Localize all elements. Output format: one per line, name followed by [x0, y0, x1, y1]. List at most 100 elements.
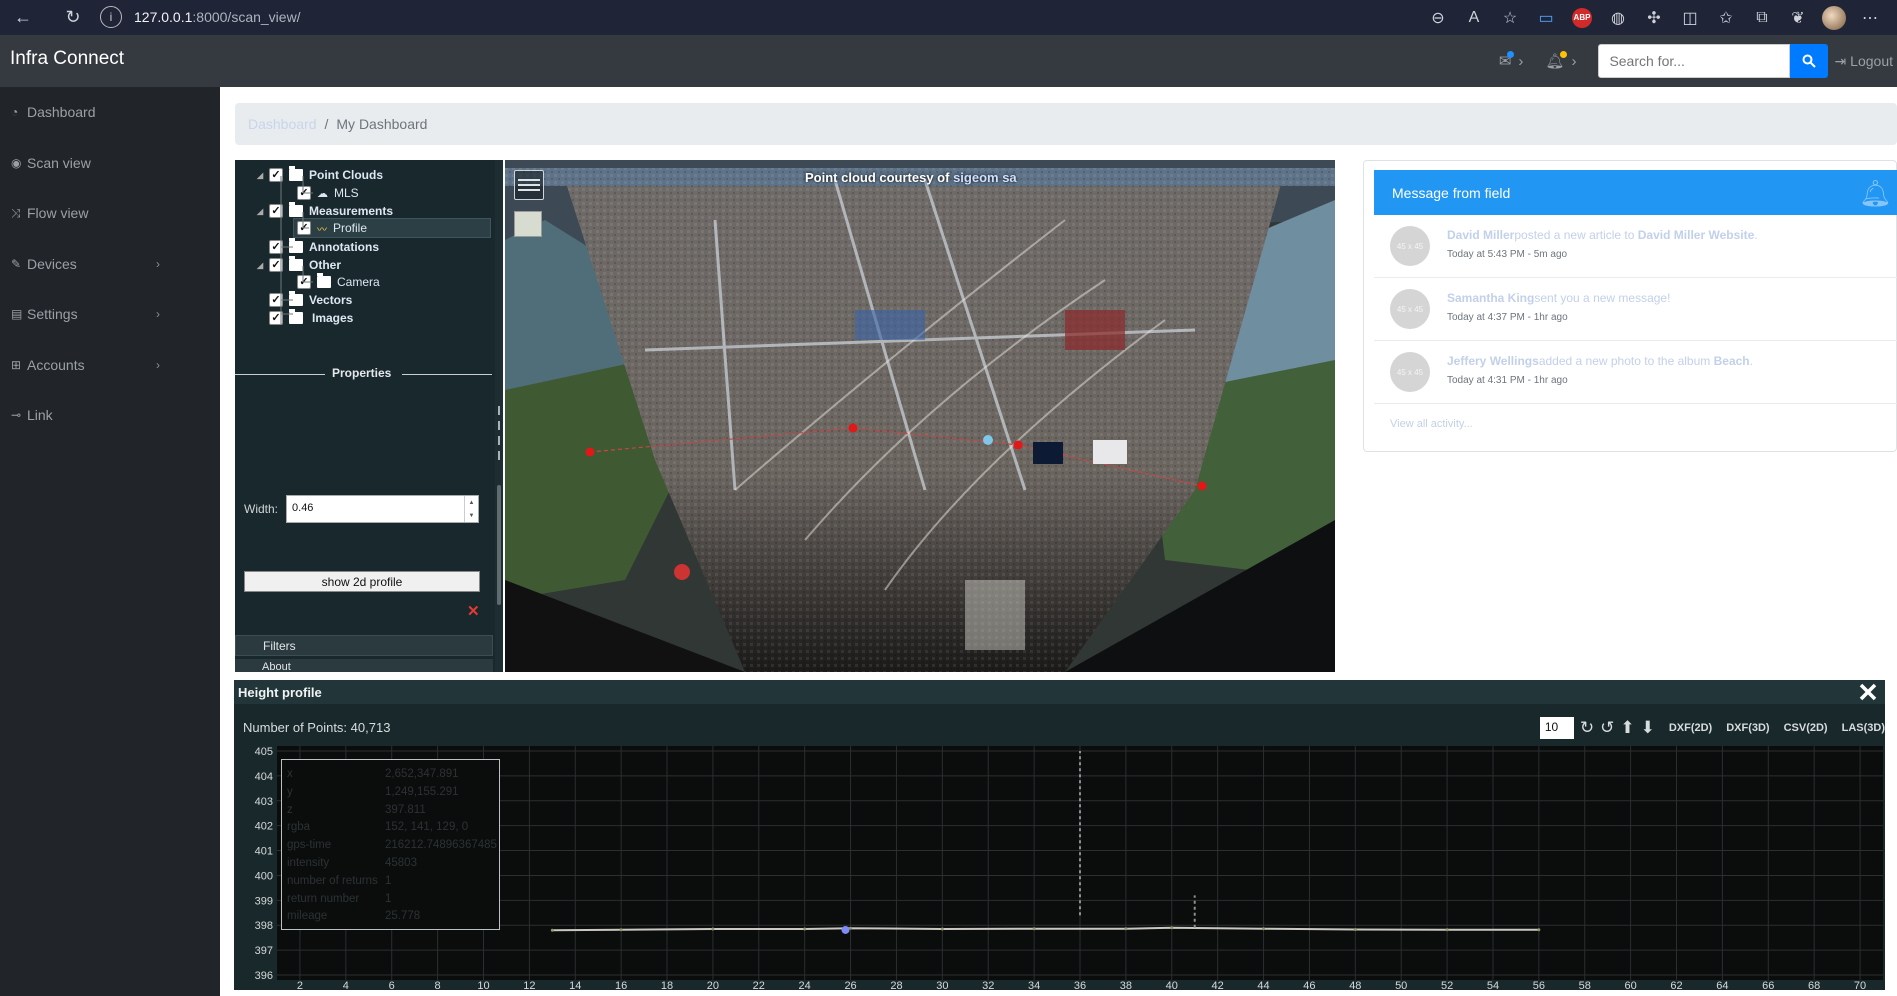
y-tick-label: 398: [255, 920, 273, 932]
info-key: number of returns: [287, 874, 378, 887]
rotate-ccw-icon[interactable]: ↺: [1600, 718, 1614, 738]
address-bar[interactable]: i 127.0.0.1:8000/scan_view/: [100, 3, 1310, 31]
info-row-rgba: rgba 152, 141, 129, 0: [287, 821, 468, 833]
collections-icon[interactable]: ⧉: [1747, 3, 1777, 33]
scroll-tick: [498, 421, 500, 430]
filters-accordion[interactable]: Filters: [235, 635, 493, 656]
url-path: :8000/scan_view/: [192, 9, 301, 25]
message-time: Today at 5:43 PM - 5m ago: [1447, 249, 1568, 260]
messages-dropdown[interactable]: ✉ ›: [1499, 50, 1524, 70]
zoom-out-icon[interactable]: ⊖: [1423, 3, 1453, 33]
globe-extension-icon[interactable]: ◍: [1603, 3, 1633, 33]
selected-point-marker: [841, 925, 850, 934]
breadcrumb: Dashboard / My Dashboard: [235, 103, 1897, 145]
sidebar-item-settings[interactable]: ▤ Settings ›: [0, 289, 220, 340]
point-cloud-render: [505, 160, 1335, 672]
adblock-icon: ABP: [1572, 7, 1592, 28]
y-tick-label: 401: [255, 846, 273, 858]
close-icon[interactable]: [1858, 682, 1878, 702]
message-target[interactable]: Beach: [1714, 354, 1750, 368]
performance-icon[interactable]: ❦: [1783, 3, 1813, 33]
point-count-label: Number of Points:: [243, 720, 348, 735]
info-row-z: z 397.811: [287, 804, 426, 816]
split-screen-icon[interactable]: ◫: [1675, 3, 1705, 33]
message-panel-header: Message from field 🔔︎: [1374, 170, 1897, 215]
panel-scrollbar[interactable]: [495, 160, 503, 672]
point-cloud-viewport[interactable]: Point cloud courtesy of sigeom sa: [505, 160, 1335, 672]
profile-point: [1124, 927, 1128, 931]
export-las-3d-button[interactable]: LAS(3D): [1842, 722, 1885, 734]
menu-toggle-icon[interactable]: [514, 170, 544, 200]
y-tick-label: 396: [255, 970, 273, 982]
chevron-right-icon: ›: [1518, 52, 1524, 70]
reload-icon[interactable]: ↻: [56, 4, 90, 32]
export-dxf-2d-button[interactable]: DXF(2D): [1669, 722, 1712, 734]
scene-panel: ◢ ✓ Point Clouds ✓ ☁ MLS ◢ ✓ Measurements ✓ 〰 Pr…: [235, 160, 503, 672]
map-toggle-icon[interactable]: [514, 211, 542, 237]
read-aloud-icon[interactable]: A: [1459, 3, 1489, 33]
scrollbar-thumb[interactable]: [497, 485, 501, 605]
brand-title[interactable]: Infra Connect: [10, 48, 124, 70]
sidebar-item-devices[interactable]: ✎ Devices ›: [0, 239, 220, 290]
info-row-mileage: mileage 25.778: [287, 910, 420, 922]
message-target[interactable]: David Miller Website: [1638, 228, 1754, 242]
profile-point: [803, 927, 807, 931]
spinner-arrows-icon[interactable]: ▲ ▼: [464, 496, 478, 522]
export-dxf-3d-button[interactable]: DXF(3D): [1726, 722, 1769, 734]
info-row-return-number: return number 1: [287, 893, 391, 905]
sidebar-item-flow-view[interactable]: ⤨ Flow view: [0, 188, 220, 239]
x-tick-label: 36: [1074, 980, 1086, 990]
logout-link[interactable]: ⇥ Logout: [1834, 53, 1893, 70]
site-info-icon[interactable]: i: [100, 6, 122, 28]
sidebar-item-dashboard[interactable]: ◔ Dashboard: [0, 87, 220, 138]
adblock-extension[interactable]: ABP: [1567, 3, 1597, 33]
about-accordion[interactable]: About: [235, 659, 493, 672]
search-input[interactable]: [1598, 44, 1791, 78]
sidebar-item-scan-view[interactable]: ◉ Scan view: [0, 138, 220, 189]
arrow-down-icon[interactable]: ⬇: [1641, 718, 1655, 738]
profile-button[interactable]: [1819, 3, 1849, 33]
arrow-up-icon[interactable]: ⬆: [1620, 718, 1634, 738]
remove-measurement-icon[interactable]: ✕: [467, 602, 480, 620]
search-button[interactable]: [1790, 44, 1829, 78]
y-tick-label: 397: [255, 945, 273, 957]
info-value: 2,652,347.891: [385, 768, 459, 780]
extensions-puzzle-icon[interactable]: ✣: [1639, 3, 1669, 33]
x-tick-label: 64: [1716, 980, 1728, 990]
favorites-icon[interactable]: ✩: [1711, 3, 1741, 33]
back-icon[interactable]: ←: [6, 4, 40, 32]
message-item[interactable]: 45 x 45 Samantha Kingsent you a new messa…: [1374, 279, 1897, 341]
export-csv-2d-button[interactable]: CSV(2D): [1784, 722, 1828, 734]
more-menu-icon[interactable]: ⋯: [1855, 3, 1885, 33]
message-sender[interactable]: Samantha King: [1447, 291, 1534, 305]
show-2d-profile-button[interactable]: show 2d profile: [244, 571, 480, 592]
sidebar: ◔ Dashboard ◉ Scan view ⤨ Flow view ✎ Devices › ▤…: [0, 87, 220, 996]
point-info-box: x 2,652,347.891 y 1,249,155.291 z 397.811 rgba…: [281, 759, 500, 930]
sidebar-item-label: Dashboard: [27, 104, 96, 121]
message-sender[interactable]: David Miller: [1447, 228, 1514, 242]
sign-out-icon: ⇥: [1834, 52, 1847, 69]
message-item[interactable]: 45 x 45 Jeffery Wellingsadded a new photo…: [1374, 342, 1897, 404]
breadcrumb-dashboard[interactable]: Dashboard: [248, 116, 317, 132]
width-row: Width: 0.46 ▲ ▼: [244, 495, 480, 523]
sidebar-item-accounts[interactable]: ⊞ Accounts ›: [0, 340, 220, 391]
view-all-activity-link[interactable]: View all activity...: [1390, 418, 1473, 430]
message-sender[interactable]: Jeffery Wellings: [1447, 354, 1539, 368]
sidebar-item-link[interactable]: ⊸ Link: [0, 390, 220, 441]
sidebar-item-label: Devices: [27, 255, 77, 272]
favorite-star-icon[interactable]: ☆: [1495, 3, 1525, 33]
cast-icon[interactable]: ▭: [1531, 3, 1561, 33]
x-tick-label: 54: [1487, 980, 1499, 990]
scroll-tick: [498, 406, 500, 415]
message-item[interactable]: 45 x 45 David Millerposted a new article …: [1374, 216, 1897, 278]
x-tick-label: 20: [707, 980, 719, 990]
message-time: Today at 4:31 PM - 1hr ago: [1447, 375, 1568, 386]
width-input[interactable]: 0.46 ▲ ▼: [286, 495, 480, 523]
info-value: 45803: [385, 857, 417, 869]
profile-point: [619, 928, 623, 932]
dashboard-icon: ◔: [11, 105, 19, 120]
point-budget-input[interactable]: 10: [1539, 717, 1574, 739]
rotate-cw-icon[interactable]: ↻: [1580, 718, 1594, 738]
alerts-dropdown[interactable]: 🔔︎ ›: [1545, 50, 1576, 70]
credit-link[interactable]: sigeom sa: [953, 170, 1017, 185]
